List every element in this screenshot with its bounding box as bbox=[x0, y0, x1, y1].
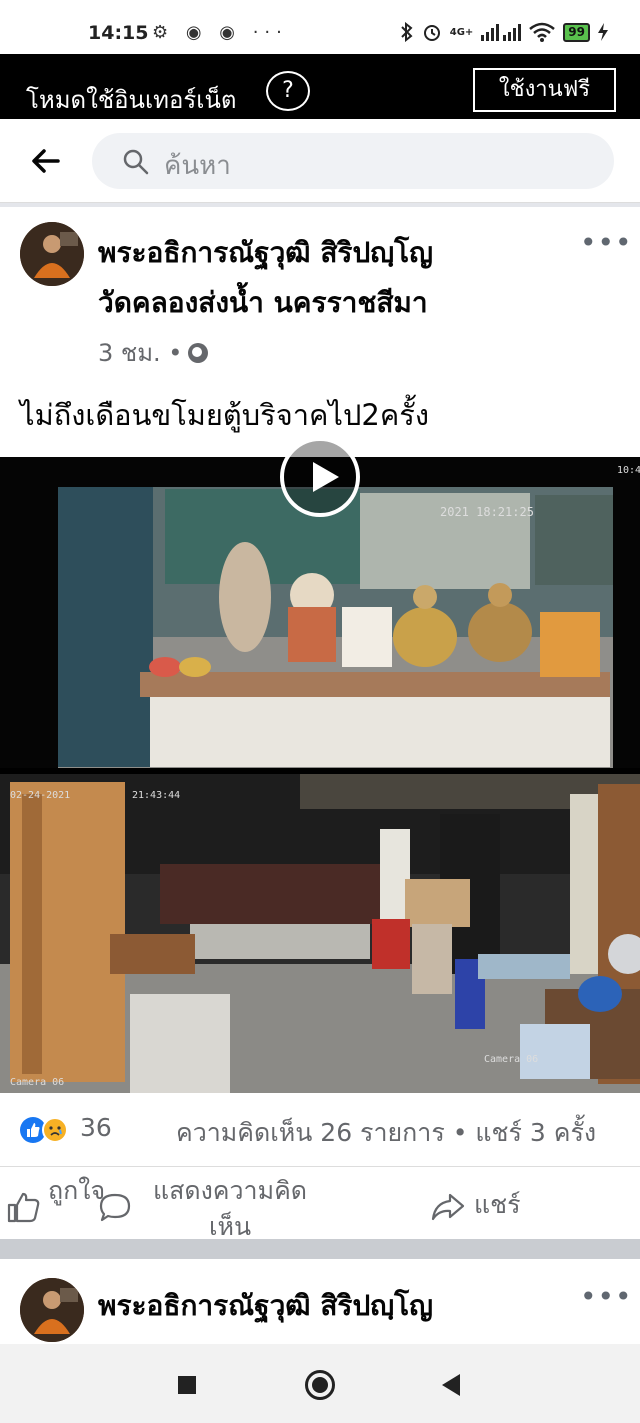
notification-icons: ⚙ ◉ ◉ ··· bbox=[152, 22, 288, 43]
camera-label-left: Camera 06 bbox=[10, 1077, 65, 1088]
alarm-icon bbox=[423, 25, 440, 41]
home-icon[interactable] bbox=[305, 1370, 335, 1400]
comment-label: แสดงความคิดเห็น bbox=[152, 1176, 308, 1241]
author-temple[interactable]: วัดคลองส่งน้ำ นครราชสีมา bbox=[98, 278, 433, 328]
next-post-more-icon[interactable]: ••• bbox=[580, 1280, 633, 1313]
free-mode-title: โหมดใช้อินเทอร์เน็ต bbox=[26, 86, 237, 114]
feed-separator bbox=[0, 1239, 640, 1259]
cctv-time: 21:43:44 bbox=[132, 790, 181, 801]
search-header: ค้นหา bbox=[0, 119, 640, 203]
reactions-bar: 36 ความคิดเห็น 26 รายการ • แชร์ 3 ครั้ง bbox=[0, 1093, 640, 1167]
bluetooth-icon bbox=[401, 22, 413, 42]
status-bar: 14:15 ⚙ ◉ ◉ ··· 4G+ 99 bbox=[0, 0, 640, 54]
reaction-count[interactable]: 36 bbox=[80, 1113, 112, 1142]
next-post-avatar[interactable] bbox=[20, 1278, 84, 1342]
post-author[interactable]: พระอธิการณัฐวุฒิ สิริปญฺโญ วัดคลองส่งน้ำ… bbox=[98, 228, 433, 328]
post-actions: ถูกใจ แสดงความคิดเห็น แชร์ bbox=[0, 1167, 640, 1241]
cctv-timestamp-1: 2021 18:21:25 bbox=[440, 505, 534, 519]
wifi-icon bbox=[529, 22, 556, 42]
share-button[interactable]: แชร์ bbox=[430, 1173, 521, 1223]
back-arrow-icon[interactable] bbox=[30, 145, 62, 177]
like-button[interactable]: ถูกใจ bbox=[6, 1173, 106, 1223]
signal-icon bbox=[481, 24, 522, 41]
divider bbox=[0, 203, 640, 207]
post-time[interactable]: 3 ชม. • bbox=[98, 333, 182, 372]
avatar[interactable] bbox=[20, 222, 84, 286]
status-time: 14:15 bbox=[88, 22, 149, 44]
android-nav-bar bbox=[0, 1344, 640, 1423]
status-right: 4G+ 99 bbox=[400, 22, 608, 42]
battery-icon: 99 bbox=[563, 22, 590, 42]
search-input[interactable]: ค้นหา bbox=[92, 133, 614, 189]
globe-icon bbox=[188, 342, 209, 363]
search-icon bbox=[123, 149, 149, 175]
help-icon[interactable]: ? bbox=[266, 71, 310, 111]
avatar-image bbox=[20, 222, 84, 286]
network-type: 4G+ bbox=[449, 26, 474, 38]
avatar-image bbox=[20, 1278, 84, 1342]
post-text: ไม่ถึงเดือนขโมยตู้บริจาคไป2ครั้ง bbox=[20, 398, 429, 432]
cctv-theft-image bbox=[0, 774, 640, 1093]
like-label: ถูกใจ bbox=[48, 1176, 106, 1205]
more-options-icon[interactable]: ••• bbox=[580, 226, 633, 259]
share-icon bbox=[431, 1193, 465, 1221]
comment-share-stats[interactable]: ความคิดเห็น 26 รายการ • แชร์ 3 ครั้ง bbox=[176, 1113, 596, 1153]
charging-icon bbox=[598, 23, 608, 41]
next-post-author[interactable]: พระอธิการณัฐวุฒิ สิริปญฺโญ bbox=[98, 1286, 433, 1326]
search-placeholder: ค้นหา bbox=[164, 151, 231, 181]
camera-label-right: Camera 06 bbox=[484, 1054, 539, 1065]
comment-icon bbox=[99, 1193, 131, 1222]
like-icon bbox=[7, 1192, 40, 1223]
screenshot-status-time: 10:47 bbox=[617, 465, 640, 476]
share-label: แชร์ bbox=[474, 1190, 521, 1219]
sad-reaction-icon[interactable] bbox=[42, 1117, 68, 1143]
cctv-date: 02-24-2021 bbox=[10, 790, 71, 801]
back-icon[interactable] bbox=[442, 1374, 460, 1396]
post-meta: 3 ชม. • bbox=[98, 333, 209, 372]
comment-button[interactable]: แสดงความคิดเห็น bbox=[98, 1173, 320, 1245]
use-free-button[interactable]: ใช้งานฟรี bbox=[473, 68, 616, 112]
author-name[interactable]: พระอธิการณัฐวุฒิ สิริปญฺโญ bbox=[98, 228, 433, 278]
post-media[interactable]: 2021 18:21:25 10:47 bbox=[0, 457, 640, 1093]
cctv-video[interactable]: 02-24-2021 21:43:44 Camera 06 Camera 06 bbox=[0, 774, 640, 1093]
play-button[interactable] bbox=[280, 437, 360, 517]
recent-apps-icon[interactable] bbox=[178, 1376, 196, 1394]
free-mode-banner: โหมดใช้อินเทอร์เน็ต ใช้งานฟรี bbox=[0, 54, 640, 119]
